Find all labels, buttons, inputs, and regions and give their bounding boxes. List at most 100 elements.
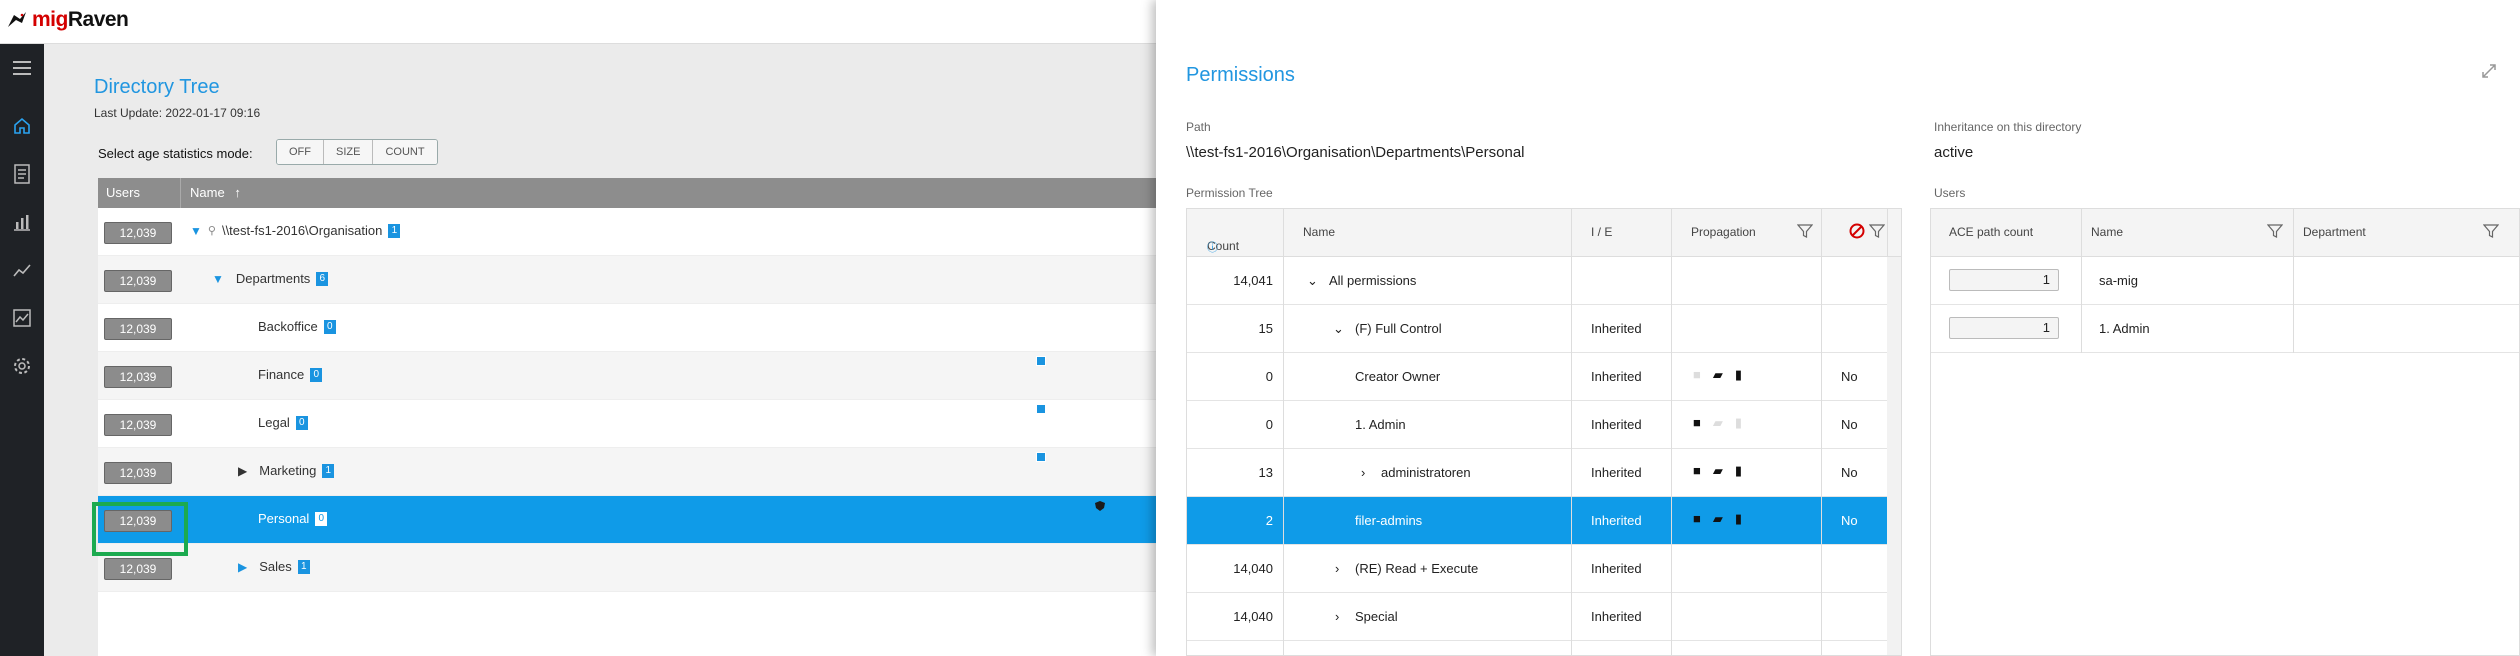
age-mode-count[interactable]: COUNT — [373, 140, 437, 164]
chevron-right-icon[interactable]: › — [1335, 609, 1339, 624]
folder-open-icon: ▰ — [1712, 463, 1723, 478]
filter-icon[interactable] — [2483, 223, 2499, 239]
filter-icon[interactable] — [1869, 223, 1885, 239]
chevron-right-icon[interactable]: › — [1361, 465, 1365, 480]
column-ace-path-count[interactable]: ACE path count — [1949, 225, 2033, 239]
bar-chart-icon[interactable] — [10, 210, 34, 234]
report-icon[interactable] — [10, 162, 34, 186]
age-mode-label: Select age statistics mode: — [98, 146, 253, 161]
tree-row-selected[interactable]: 12,039 Personal 0 — [98, 496, 1156, 544]
permission-row[interactable]: 15 ⌄ (F) Full Control Inherited — [1187, 305, 1901, 353]
deny-icon[interactable] — [1849, 223, 1865, 239]
shield-icon[interactable] — [1094, 500, 1106, 512]
ie-cell: Inherited — [1591, 321, 1642, 336]
last-update: Last Update: 2022-01-17 09:16 — [94, 106, 261, 120]
user-count: 12,039 — [104, 270, 172, 292]
filter-icon[interactable] — [2267, 223, 2283, 239]
permission-row-selected[interactable]: 2 filer-admins Inherited ■ ▰ ▮ No — [1187, 497, 1901, 545]
ie-cell: Inherited — [1591, 609, 1642, 624]
tree-row[interactable]: 12,039 Backoffice 0 — [98, 304, 1156, 352]
propagation-icons: ■ ▰ ▮ — [1693, 463, 1742, 479]
permission-row[interactable]: 0 1. Admin Inherited ■ ▰ ▮ No — [1187, 401, 1901, 449]
marker-icon[interactable] — [1036, 452, 1046, 462]
tree-row[interactable]: 12,039 ▶ Marketing 1 — [98, 448, 1156, 496]
chevron-right-icon[interactable]: › — [1335, 561, 1339, 576]
count-badge: 1 — [322, 463, 335, 478]
panel-title: Permissions — [1186, 64, 1295, 86]
column-department[interactable]: Department — [2303, 225, 2366, 239]
scrollbar[interactable] — [1887, 257, 1901, 655]
ie-cell: Inherited — [1591, 417, 1642, 432]
dashboard-icon[interactable] — [10, 114, 34, 138]
collapse-caret-icon[interactable]: ▼ — [212, 272, 224, 286]
marker-icon[interactable] — [1036, 404, 1046, 414]
chevron-down-icon[interactable]: ⌄ — [1307, 273, 1318, 289]
expand-icon[interactable] — [2480, 62, 2498, 80]
permission-row[interactable]: 14,040 › (RE) Read + Execute Inherited — [1187, 545, 1901, 593]
raven-logo-icon — [6, 9, 28, 31]
folder-icon: ■ — [1693, 511, 1701, 526]
deny-cell: No — [1841, 513, 1858, 528]
column-ie[interactable]: I / E — [1591, 225, 1612, 239]
column-propagation[interactable]: Propagation — [1691, 225, 1756, 239]
tree-row[interactable]: 12,039 ▶ Sales 1 — [98, 544, 1156, 592]
permission-tree-table: Count ⓘ Name I / E Propagation 14,041 ⌄ … — [1186, 208, 1902, 656]
folder-name: Backoffice — [258, 319, 318, 334]
share-icon: ⚲ — [207, 225, 216, 237]
column-name[interactable]: Name — [1303, 225, 1335, 239]
name-cell: (F) Full Control — [1355, 321, 1442, 336]
user-name-cell: sa-mig — [2099, 273, 2139, 288]
settings-icon[interactable] — [10, 354, 34, 378]
permission-row[interactable]: 14,040 › Special Inherited — [1187, 593, 1901, 641]
line-chart-icon[interactable] — [10, 258, 34, 282]
age-mode-size[interactable]: SIZE — [324, 140, 374, 164]
sidebar — [0, 44, 44, 656]
area-chart-icon[interactable] — [10, 306, 34, 330]
name-cell: administratoren — [1381, 465, 1471, 480]
tree-row[interactable]: 12,039 Finance 0 — [98, 352, 1156, 400]
path-value: \\test-fs1-2016\Organisation\Departments… — [1186, 144, 1525, 161]
count-badge: 1 — [297, 559, 310, 574]
file-icon: ▮ — [1734, 511, 1743, 526]
folder-name: Personal — [258, 511, 310, 526]
brand-logo[interactable]: migRaven — [6, 8, 129, 32]
count-badge: 0 — [310, 367, 323, 382]
column-name[interactable]: Name — [2091, 225, 2123, 239]
count-badge: 0 — [323, 319, 336, 334]
permission-row[interactable]: 14,041 ⌄ All permissions — [1187, 257, 1901, 305]
ie-cell: Inherited — [1591, 561, 1642, 576]
directory-tree-panel: Directory Tree Last Update: 2022-01-17 0… — [44, 44, 1156, 656]
chevron-down-icon[interactable]: ⌄ — [1333, 321, 1344, 337]
collapse-caret-icon[interactable]: ▼ — [190, 224, 202, 238]
age-mode-off[interactable]: OFF — [277, 140, 324, 164]
user-row[interactable]: 1 sa-mig — [1931, 257, 2519, 305]
permission-row[interactable]: 13 › administratoren Inherited ■ ▰ ▮ No — [1187, 449, 1901, 497]
inheritance-label: Inheritance on this directory — [1934, 120, 2082, 134]
user-name-cell: 1. Admin — [2099, 321, 2150, 336]
name-cell: filer-admins — [1355, 513, 1423, 528]
expand-caret-icon[interactable]: ▶ — [238, 560, 247, 574]
file-icon: ▮ — [1734, 463, 1743, 478]
filter-icon[interactable] — [1797, 223, 1813, 239]
deny-cell: No — [1841, 417, 1858, 432]
permission-row[interactable]: 0 Creator Owner Inherited ■ ▰ ▮ No — [1187, 353, 1901, 401]
column-users[interactable]: Users — [106, 185, 140, 200]
tree-row[interactable]: 12,039 ▼ Departments 6 — [98, 256, 1156, 304]
tree-row[interactable]: 12,039 ▼ ⚲ \\test-fs1-2016\Organisation … — [98, 208, 1156, 256]
tree-row[interactable]: 12,039 Legal 0 — [98, 400, 1156, 448]
count-badge: 1 — [388, 223, 401, 238]
column-name[interactable]: Name ↑ — [190, 185, 241, 200]
count-cell: 2 — [1265, 513, 1273, 528]
folder-open-icon: ▰ — [1712, 415, 1723, 430]
menu-icon[interactable] — [10, 56, 34, 80]
expand-caret-icon[interactable]: ▶ — [238, 464, 247, 478]
count-badge: 6 — [316, 271, 329, 286]
propagation-icons: ■ ▰ ▮ — [1693, 367, 1742, 383]
marker-icon[interactable] — [1036, 356, 1046, 366]
user-count: 12,039 — [104, 414, 172, 436]
count-cell: 13 — [1258, 465, 1273, 480]
path-label: Path — [1186, 120, 1211, 134]
brand-name: migRaven — [32, 8, 129, 31]
user-count: 12,039 — [104, 462, 172, 484]
user-row[interactable]: 1 1. Admin — [1931, 305, 2519, 353]
